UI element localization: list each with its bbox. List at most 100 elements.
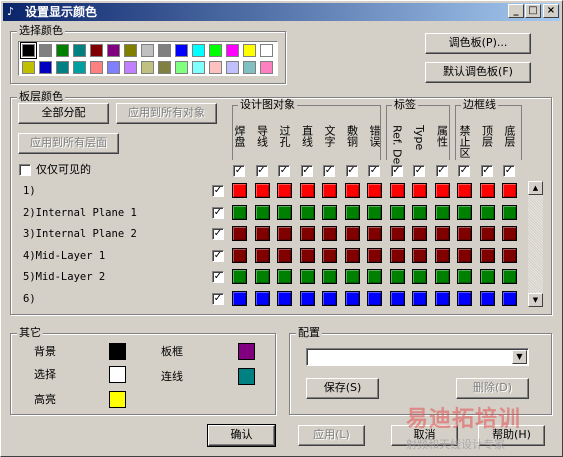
layer-row-checkbox[interactable]: ✓ xyxy=(212,292,224,305)
palette-color-cell[interactable] xyxy=(90,44,103,57)
layer-color-swatch[interactable] xyxy=(412,183,427,198)
highlight-color-swatch[interactable] xyxy=(109,391,126,408)
column-checkbox[interactable]: ✓ xyxy=(480,165,493,177)
palette-color-cell[interactable] xyxy=(260,61,273,74)
column-checkbox[interactable]: ✓ xyxy=(255,165,268,177)
layer-color-swatch[interactable] xyxy=(479,247,495,263)
palette-color-cell[interactable] xyxy=(56,61,69,74)
layer-color-swatch[interactable] xyxy=(322,183,337,198)
layer-color-swatch[interactable] xyxy=(412,247,427,263)
layer-color-swatch[interactable] xyxy=(389,204,405,220)
layer-row-checkbox[interactable]: ✓ xyxy=(212,228,224,240)
palette-color-cell[interactable] xyxy=(175,44,188,57)
column-checkbox[interactable]: ✓ xyxy=(503,165,515,177)
layer-color-swatch[interactable] xyxy=(344,290,360,306)
config-combo[interactable]: ▼ xyxy=(306,348,529,366)
palette-color-cell[interactable] xyxy=(226,61,239,74)
palette-color-cell[interactable] xyxy=(158,44,171,57)
layer-color-swatch[interactable] xyxy=(367,204,382,220)
layer-color-swatch[interactable] xyxy=(412,269,427,284)
layer-color-swatch[interactable] xyxy=(277,204,292,220)
layer-row-checkbox[interactable]: ✓ xyxy=(212,249,224,262)
layer-color-swatch[interactable] xyxy=(502,290,517,306)
layer-color-swatch[interactable] xyxy=(479,269,495,284)
layer-color-swatch[interactable] xyxy=(299,247,315,263)
layer-color-swatch[interactable] xyxy=(389,183,405,198)
palette-color-cell[interactable] xyxy=(243,61,256,74)
visible-only-checkbox[interactable] xyxy=(19,164,31,176)
connection-color-swatch[interactable] xyxy=(238,368,255,385)
layer-color-swatch[interactable] xyxy=(344,269,360,284)
layer-color-swatch[interactable] xyxy=(434,204,450,220)
palette-color-cell[interactable] xyxy=(141,61,154,74)
layer-color-swatch[interactable] xyxy=(412,226,427,241)
apply-button[interactable]: 应用(L) xyxy=(298,425,365,446)
layer-color-swatch[interactable] xyxy=(322,247,337,263)
palette-color-cell[interactable] xyxy=(141,44,154,57)
palette-color-cell[interactable] xyxy=(39,44,52,57)
layer-color-swatch[interactable] xyxy=(254,290,270,306)
ok-button[interactable]: 确认 xyxy=(207,424,276,447)
layer-color-swatch[interactable] xyxy=(277,247,292,263)
column-checkbox[interactable]: ✓ xyxy=(368,165,380,177)
palette-color-cell[interactable] xyxy=(260,44,273,57)
layer-color-swatch[interactable] xyxy=(367,247,382,263)
palette-color-cell[interactable] xyxy=(20,42,37,59)
assign-all-button[interactable]: 全部分配 xyxy=(18,103,109,124)
minimize-button[interactable]: _ xyxy=(508,4,524,18)
layer-color-swatch[interactable] xyxy=(434,183,450,198)
layer-color-swatch[interactable] xyxy=(277,226,292,241)
background-color-swatch[interactable] xyxy=(109,343,126,360)
layer-color-swatch[interactable] xyxy=(299,183,315,198)
close-button[interactable]: × xyxy=(543,4,559,18)
layer-color-swatch[interactable] xyxy=(502,183,517,198)
layer-color-swatch[interactable] xyxy=(254,183,270,198)
column-checkbox[interactable]: ✓ xyxy=(345,165,358,177)
layer-color-swatch[interactable] xyxy=(232,183,247,198)
layer-color-swatch[interactable] xyxy=(434,269,450,284)
palette-color-cell[interactable] xyxy=(73,61,86,74)
layer-color-swatch[interactable] xyxy=(322,269,337,284)
palette-color-cell[interactable] xyxy=(22,61,35,74)
layer-color-swatch[interactable] xyxy=(389,247,405,263)
save-config-button[interactable]: 保存(S) xyxy=(306,378,379,399)
layer-color-swatch[interactable] xyxy=(322,204,337,220)
layer-color-swatch[interactable] xyxy=(367,269,382,284)
layer-color-swatch[interactable] xyxy=(457,183,472,198)
layer-color-swatch[interactable] xyxy=(254,204,270,220)
layer-color-swatch[interactable] xyxy=(232,204,247,220)
layer-color-swatch[interactable] xyxy=(232,269,247,284)
layer-color-swatch[interactable] xyxy=(479,204,495,220)
column-checkbox[interactable]: ✓ xyxy=(435,165,448,177)
layer-color-swatch[interactable] xyxy=(502,204,517,220)
layer-row-checkbox[interactable]: ✓ xyxy=(212,271,224,283)
layer-color-swatch[interactable] xyxy=(457,290,472,306)
palette-color-cell[interactable] xyxy=(90,61,103,74)
palette-grid[interactable] xyxy=(18,41,278,76)
layer-color-swatch[interactable] xyxy=(434,247,450,263)
column-checkbox[interactable]: ✓ xyxy=(323,165,335,177)
layer-color-swatch[interactable] xyxy=(434,226,450,241)
layer-color-swatch[interactable] xyxy=(322,290,337,306)
layer-color-swatch[interactable] xyxy=(344,183,360,198)
layer-color-swatch[interactable] xyxy=(479,290,495,306)
delete-config-button[interactable]: 删除(D) xyxy=(456,378,529,399)
layer-color-swatch[interactable] xyxy=(299,204,315,220)
layer-color-swatch[interactable] xyxy=(299,269,315,284)
layer-color-swatch[interactable] xyxy=(502,226,517,241)
layer-color-swatch[interactable] xyxy=(502,247,517,263)
layer-color-swatch[interactable] xyxy=(232,290,247,306)
palette-color-cell[interactable] xyxy=(107,44,120,57)
layer-color-swatch[interactable] xyxy=(232,226,247,241)
palette-color-cell[interactable] xyxy=(124,44,137,57)
palette-color-cell[interactable] xyxy=(158,61,171,74)
layer-color-swatch[interactable] xyxy=(502,269,517,284)
layer-color-swatch[interactable] xyxy=(254,247,270,263)
layer-color-swatch[interactable] xyxy=(232,247,247,263)
palette-color-cell[interactable] xyxy=(192,61,205,74)
layer-color-swatch[interactable] xyxy=(389,290,405,306)
scroll-down-arrow-icon[interactable]: ▼ xyxy=(528,293,543,307)
column-checkbox[interactable]: ✓ xyxy=(233,165,245,177)
layer-color-swatch[interactable] xyxy=(389,226,405,241)
palette-color-cell[interactable] xyxy=(73,44,86,57)
